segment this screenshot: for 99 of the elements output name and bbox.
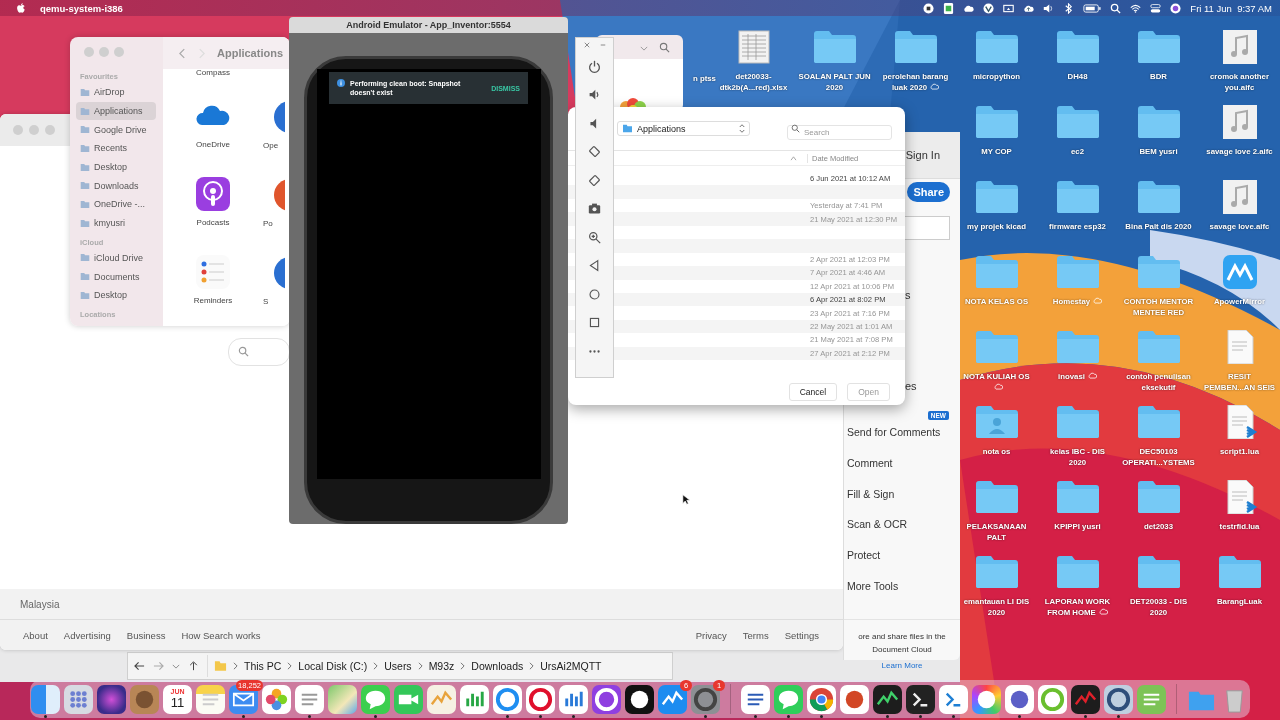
tool-item[interactable]: es <box>905 380 917 392</box>
camera-icon[interactable] <box>588 202 601 215</box>
tool-item[interactable]: More Tools <box>847 579 899 592</box>
wifi-icon[interactable] <box>1130 2 1142 14</box>
chevron-icon <box>460 662 466 670</box>
document-icon[interactable] <box>943 2 955 14</box>
search-icon <box>791 124 800 133</box>
app-label[interactable]: Po <box>263 219 273 228</box>
sign-in-link[interactable]: Sign In <box>905 149 940 161</box>
footer-link[interactable]: Settings <box>784 629 819 641</box>
home-icon[interactable] <box>588 287 601 301</box>
app-label[interactable]: Ope <box>263 141 279 150</box>
tool-item[interactable]: Protect <box>847 549 881 562</box>
record-icon[interactable] <box>923 2 935 14</box>
share-button[interactable]: Share <box>907 182 950 202</box>
footer-link[interactable]: Privacy <box>695 629 727 641</box>
tool-item[interactable]: Comment <box>847 457 893 470</box>
app-icon[interactable] <box>741 684 770 714</box>
control-center-icon[interactable] <box>1150 2 1162 14</box>
menu-clock[interactable]: Fri 11 Jun 9:37 AM <box>1190 2 1272 14</box>
app-icon[interactable] <box>625 684 654 714</box>
location-dropdown[interactable]: Applications <box>617 121 750 136</box>
up-arrow-icon[interactable] <box>188 661 199 671</box>
footer-link[interactable]: Advertising <box>63 629 111 641</box>
window-title: Android Emulator - App_Inventor:5554 <box>346 20 511 30</box>
app-name[interactable]: qemu-system-i386 <box>40 2 123 14</box>
breadcrumb[interactable]: Downloads <box>471 660 524 672</box>
footer-link[interactable]: About <box>23 629 48 641</box>
chevron-icon <box>287 662 293 670</box>
sidebar-item[interactable]: OneDrive -... <box>76 195 156 214</box>
info-icon <box>337 79 345 87</box>
folder-icon <box>214 660 227 672</box>
rotate-icon[interactable] <box>588 145 601 158</box>
app-label[interactable]: S <box>263 297 269 306</box>
input-field[interactable] <box>904 216 950 240</box>
app-label[interactable]: Reminders <box>193 296 233 305</box>
volume-up-icon[interactable] <box>588 88 601 101</box>
chevron-icon <box>373 662 379 670</box>
updown-icon <box>739 124 745 133</box>
sidebar-item[interactable]: Desktop <box>76 157 156 177</box>
sidebar-item[interactable]: Desktop <box>76 285 156 305</box>
chevron-icon <box>417 662 423 670</box>
address-bar[interactable]: This PC Local Disk (C:) Users M93z Downloads UrsAi2MQTT <box>127 652 673 680</box>
app-label[interactable]: OneDrive <box>196 140 230 149</box>
tool-item[interactable]: Scan & OCR <box>847 518 908 531</box>
display-icon[interactable] <box>1003 2 1015 14</box>
battery-icon[interactable] <box>1083 2 1102 14</box>
app-label[interactable]: Podcasts <box>196 218 230 227</box>
forward-arrow-icon[interactable] <box>153 661 164 671</box>
close-icon[interactable] <box>583 42 590 48</box>
back-icon[interactable] <box>588 259 601 272</box>
sidebar-item[interactable]: kmyusri <box>76 213 156 233</box>
cancel-button[interactable]: Cancel <box>788 383 838 401</box>
app-label[interactable]: Compass <box>196 68 230 88</box>
sidebar-item[interactable]: Recents <box>76 139 156 158</box>
breadcrumb[interactable]: This PC <box>244 660 282 672</box>
search-field[interactable]: Search <box>787 125 892 140</box>
speaker-icon[interactable] <box>1043 2 1055 14</box>
learn-more-link[interactable]: Learn More <box>881 659 923 673</box>
zoom-icon[interactable] <box>588 230 601 244</box>
breadcrumb[interactable]: Users <box>384 660 412 672</box>
sort-caret-icon[interactable] <box>790 155 797 161</box>
apple-icon[interactable] <box>16 2 26 14</box>
promo-text: ore and share files in the Document Cloud <box>857 631 947 657</box>
search-icon[interactable] <box>659 42 670 53</box>
chevron-icon <box>233 662 238 670</box>
breadcrumb[interactable]: Local Disk (C:) <box>298 660 368 672</box>
breadcrumb[interactable]: M93z <box>428 660 455 672</box>
chevron-icon[interactable] <box>172 663 180 669</box>
sidebar-item[interactable]: Applications <box>76 101 156 121</box>
chevron-icon <box>529 662 535 670</box>
overview-icon[interactable] <box>588 316 601 329</box>
sidebar-item[interactable]: Documents <box>76 267 156 286</box>
mouse-pointer-icon <box>682 494 690 505</box>
tool-item[interactable]: Send for Comments <box>847 426 941 439</box>
sidebar-item[interactable]: Google Drive <box>76 120 156 140</box>
sidebar-item[interactable]: Downloads <box>76 176 156 196</box>
app-icon[interactable] <box>906 684 935 714</box>
bluetooth-icon[interactable] <box>1063 2 1075 14</box>
sidebar-item[interactable]: AirDrop <box>76 83 156 102</box>
sidebar-item[interactable]: iCloud Drive <box>76 248 156 268</box>
rotate-icon[interactable] <box>588 173 601 187</box>
back-arrow-icon[interactable] <box>134 661 145 671</box>
tool-item[interactable]: Fill & Sign <box>847 487 895 500</box>
folder-icon <box>622 124 633 133</box>
siri-icon[interactable] <box>1170 2 1182 14</box>
country-label: Malaysia <box>20 598 60 610</box>
app-icon[interactable] <box>873 684 902 714</box>
window-title: Applications <box>217 47 283 59</box>
chevron-icon[interactable] <box>640 46 648 51</box>
search-icon[interactable] <box>1110 2 1122 14</box>
footer-link[interactable]: Terms <box>742 629 769 641</box>
power-icon[interactable] <box>588 59 601 73</box>
footer-link[interactable]: Business <box>126 629 166 641</box>
app-icon[interactable] <box>1071 684 1100 714</box>
breadcrumb[interactable]: UrsAi2MQTT <box>540 660 602 672</box>
footer-link[interactable]: How Search works <box>181 629 261 641</box>
search-icon <box>238 346 249 357</box>
tool-item[interactable]: s <box>905 289 911 301</box>
